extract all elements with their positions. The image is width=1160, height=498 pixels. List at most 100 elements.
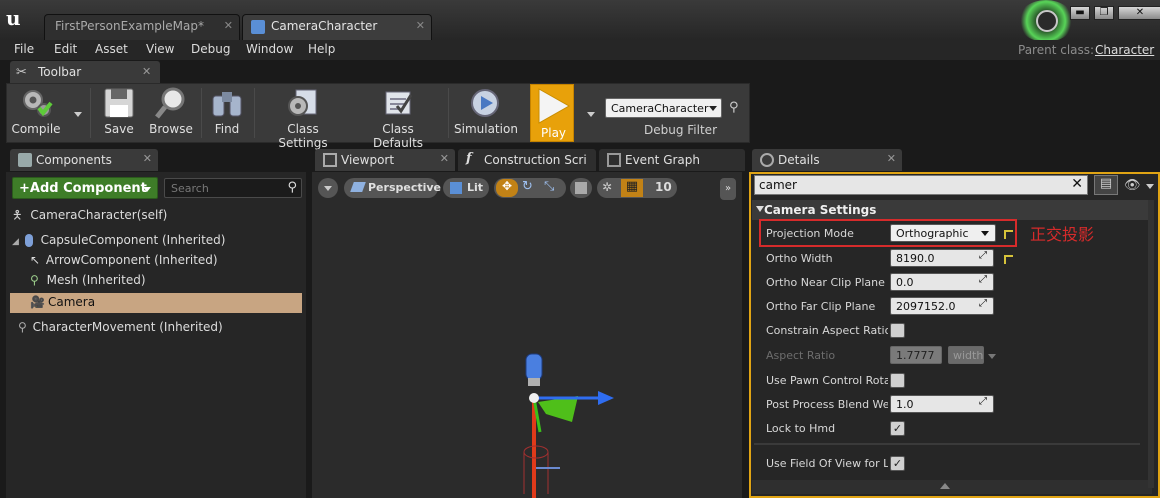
ortho-near-input[interactable]: 0.0 ⤢ bbox=[890, 273, 994, 291]
tab-components[interactable]: Components ✕ bbox=[10, 149, 158, 171]
event-graph-tab-label: Event Graph bbox=[625, 153, 700, 167]
tab-blueprint-label: CameraCharacter bbox=[271, 19, 378, 33]
prop-label: Lock to Hmd bbox=[766, 422, 836, 435]
component-item-movement[interactable]: ⚲ CharacterMovement (Inherited) bbox=[18, 320, 223, 340]
compile-button[interactable]: Compile bbox=[10, 84, 62, 142]
maximize-button[interactable]: ❐ bbox=[1094, 6, 1114, 20]
details-search-input[interactable]: camer ✕ bbox=[754, 175, 1088, 195]
save-disk-icon bbox=[104, 88, 134, 118]
component-item-capsule[interactable]: ◢ CapsuleComponent (Inherited) bbox=[12, 233, 225, 253]
components-search-input[interactable]: Search ⚲ bbox=[164, 178, 302, 198]
close-window-button[interactable]: ✕ bbox=[1118, 6, 1160, 20]
menu-debug[interactable]: Debug bbox=[191, 42, 230, 56]
debug-search-icon[interactable]: ⚲ bbox=[729, 100, 739, 115]
perspective-button[interactable]: Perspective bbox=[344, 178, 441, 198]
compile-options-dropdown[interactable] bbox=[74, 112, 82, 117]
reset-to-default-icon[interactable] bbox=[1004, 255, 1013, 264]
close-icon[interactable]: ✕ bbox=[224, 19, 233, 32]
aspect-ratio-input[interactable]: 1.7777 bbox=[890, 346, 942, 364]
component-label: CameraCharacter(self) bbox=[30, 208, 168, 222]
camera-settings-header[interactable]: Camera Settings bbox=[752, 200, 1152, 220]
menu-file[interactable]: File bbox=[14, 42, 34, 56]
details-tab-label: Details bbox=[778, 153, 820, 167]
constrain-aspect-checkbox[interactable] bbox=[890, 323, 905, 338]
find-button[interactable]: Find bbox=[206, 84, 248, 142]
ortho-far-input[interactable]: 2097152.0 ⤢ bbox=[890, 297, 994, 315]
component-label: Camera bbox=[48, 295, 96, 309]
camera-icon: 🎥 bbox=[30, 295, 45, 309]
highlight-box bbox=[759, 219, 1017, 247]
chevron-down-icon bbox=[143, 187, 151, 192]
play-button[interactable]: Play bbox=[530, 84, 574, 142]
viewport-overflow-button[interactable]: » bbox=[720, 178, 736, 200]
close-icon[interactable]: ✕ bbox=[142, 65, 151, 78]
use-fov-lod-checkbox[interactable]: ✓ bbox=[890, 456, 905, 471]
scale-icon[interactable]: ⤡ bbox=[544, 179, 554, 194]
toolbar-tab[interactable]: ✂ Toolbar ✕ bbox=[10, 61, 160, 83]
close-icon[interactable]: ✕ bbox=[143, 152, 152, 165]
chevron-down-icon bbox=[324, 186, 332, 191]
component-item-mesh[interactable]: ⚲ Mesh (Inherited) bbox=[30, 273, 146, 293]
details-scrollbar[interactable] bbox=[1148, 200, 1154, 488]
close-icon[interactable]: ✕ bbox=[416, 19, 425, 32]
class-defaults-button[interactable]: Class Defaults bbox=[356, 84, 440, 150]
menu-view[interactable]: View bbox=[146, 42, 174, 56]
lock-to-hmd-checkbox[interactable]: ✓ bbox=[890, 421, 905, 436]
minimize-button[interactable]: ▬ bbox=[1070, 6, 1090, 20]
use-pawn-rotation-checkbox[interactable] bbox=[890, 373, 905, 388]
menu-help[interactable]: Help bbox=[308, 42, 335, 56]
find-label: Find bbox=[214, 122, 240, 136]
add-component-button[interactable]: +Add Component bbox=[12, 177, 158, 199]
viewport-grid-icon bbox=[323, 153, 337, 167]
class-settings-button[interactable]: Class Settings bbox=[262, 84, 344, 150]
visibility-eye-icon[interactable]: 👁 bbox=[1124, 178, 1141, 193]
expand-arrow-icon bbox=[940, 483, 950, 489]
binoculars-icon bbox=[212, 92, 242, 117]
components-icon bbox=[18, 153, 32, 167]
tab-viewport[interactable]: Viewport ✕ bbox=[315, 149, 455, 171]
rotate-icon[interactable]: ↻ bbox=[522, 179, 533, 194]
debug-object-select[interactable]: CameraCharacter bbox=[605, 98, 722, 118]
property-matrix-button[interactable]: ▤ bbox=[1094, 175, 1118, 195]
grid-snap-icon[interactable]: ▦ bbox=[621, 179, 643, 197]
grid-snap-value[interactable]: 10 bbox=[655, 180, 672, 194]
component-item-arrow[interactable]: ↖ ArrowComponent (Inherited) bbox=[30, 253, 218, 273]
close-icon[interactable]: ✕ bbox=[887, 152, 896, 165]
lit-label: Lit bbox=[467, 181, 484, 194]
component-label: ArrowComponent (Inherited) bbox=[45, 253, 218, 267]
play-options-dropdown[interactable] bbox=[587, 112, 595, 117]
simulation-button[interactable]: Simulation bbox=[454, 84, 518, 142]
clear-search-icon[interactable]: ✕ bbox=[1071, 176, 1083, 192]
component-item-camera-selected[interactable]: 🎥 Camera bbox=[10, 293, 302, 313]
advanced-expander[interactable] bbox=[752, 480, 1152, 494]
menu-asset[interactable]: Asset bbox=[95, 42, 128, 56]
tab-details[interactable]: Details ✕ bbox=[752, 149, 902, 171]
browse-button[interactable]: Browse bbox=[146, 84, 196, 142]
construction-tab-label: Construction Scri bbox=[484, 153, 587, 167]
toolbar-divider bbox=[201, 88, 202, 138]
menu-edit[interactable]: Edit bbox=[54, 42, 77, 56]
viewport-options-button[interactable] bbox=[318, 178, 338, 198]
tab-construction-script[interactable]: f Construction Scri bbox=[458, 149, 596, 171]
translate-icon[interactable]: ✥ bbox=[496, 179, 518, 197]
tree-expand-icon[interactable]: ◢ bbox=[12, 237, 19, 247]
ortho-width-input[interactable]: 8190.0 ⤢ bbox=[890, 249, 994, 267]
world-local-toggle[interactable] bbox=[570, 178, 592, 198]
visibility-dropdown[interactable] bbox=[1146, 184, 1154, 189]
component-item-self[interactable]: 🯅 CameraCharacter(self) bbox=[12, 206, 167, 226]
aspect-unit-select[interactable]: width bbox=[948, 346, 984, 364]
tab-map[interactable]: FirstPersonExampleMap* ✕ bbox=[44, 14, 240, 40]
menu-window[interactable]: Window bbox=[246, 42, 293, 56]
save-button[interactable]: Save bbox=[98, 84, 140, 142]
close-icon[interactable]: ✕ bbox=[440, 152, 449, 165]
lit-button[interactable]: Lit bbox=[443, 178, 489, 198]
mesh-icon: ⚲ bbox=[30, 273, 39, 287]
surface-snap-icon[interactable]: ✲ bbox=[602, 180, 612, 194]
section-title: Camera Settings bbox=[764, 203, 877, 217]
tab-blueprint[interactable]: CameraCharacter ✕ bbox=[242, 14, 432, 40]
post-process-blend-input[interactable]: 1.0 ⤢ bbox=[890, 395, 994, 413]
tab-event-graph[interactable]: Event Graph bbox=[599, 149, 745, 171]
parent-class-link[interactable]: Character bbox=[1095, 43, 1154, 57]
debug-filter-label: Debug Filter bbox=[644, 123, 717, 137]
browse-label: Browse bbox=[149, 122, 193, 136]
